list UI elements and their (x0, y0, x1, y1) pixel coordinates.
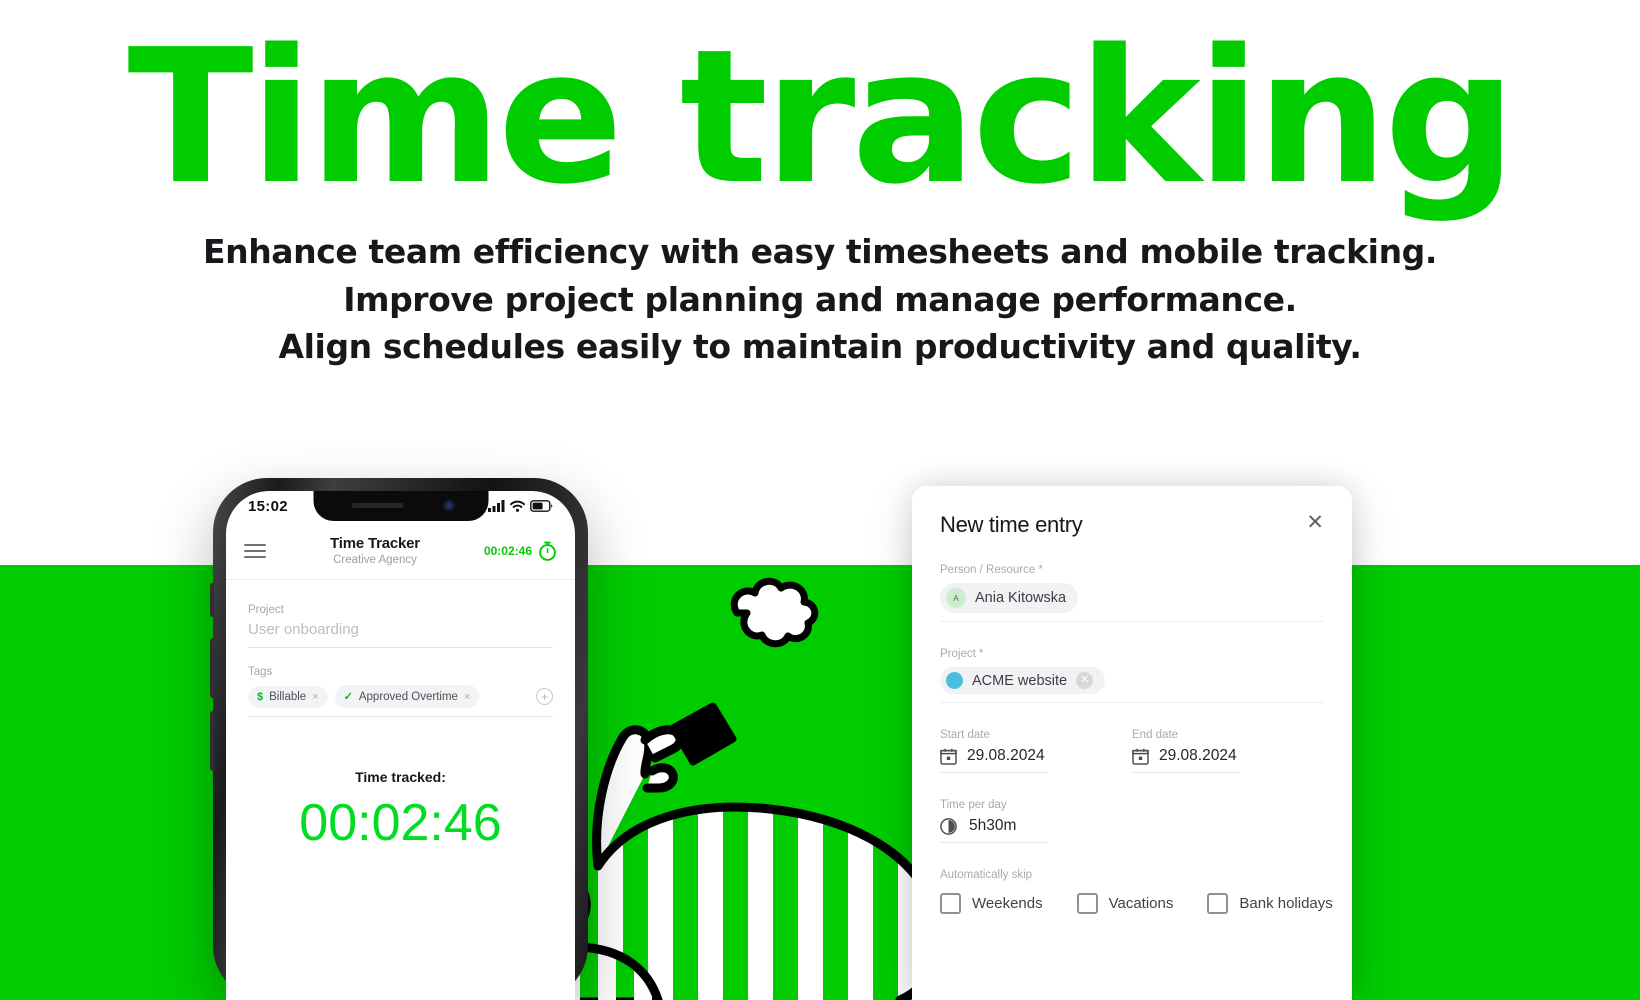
start-date-value: 29.08.2024 (967, 747, 1045, 764)
header-timer[interactable]: 00:02:46 (484, 541, 557, 561)
time-per-day-value: 5h30m (969, 817, 1017, 834)
speaker-grille (351, 503, 403, 508)
page-title: Time tracking (127, 9, 1516, 225)
time-per-day-input[interactable]: 5h30m (940, 817, 1048, 843)
front-camera-icon (443, 500, 454, 511)
phone-volume-down-button[interactable] (210, 711, 214, 771)
tag-chip-approved-overtime[interactable]: ✓ Approved Overtime × (334, 685, 480, 708)
tags-row: $ Billable × ✓ Approved Overtime × + (248, 685, 553, 717)
app-subtitle: Creative Agency (333, 554, 417, 566)
new-time-entry-dialog: New time entry ✕ Person / Resource * A A… (912, 486, 1352, 1000)
skip-options-row: Weekends Vacations Bank holidays (940, 893, 1333, 914)
header-timer-value: 00:02:46 (483, 543, 532, 558)
checkbox-label: Weekends (972, 895, 1043, 912)
tag-chip-label: Approved Overtime (358, 690, 458, 703)
app-title-block: Time Tracker Creative Agency (266, 535, 484, 566)
dialog-header: New time entry ✕ (940, 512, 1324, 538)
phone-mute-button[interactable] (210, 583, 214, 617)
check-icon: ✓ (343, 691, 353, 703)
end-date-label: End date (1132, 729, 1179, 741)
hero-subtitle-line-1: Enhance team efficiency with easy timesh… (202, 231, 1438, 271)
project-field-label: Project (248, 604, 284, 616)
phone-volume-up-button[interactable] (210, 638, 214, 698)
dialog-title: New time entry (940, 512, 1083, 537)
checkbox-vacations[interactable]: Vacations (1076, 893, 1174, 914)
app-title: Time Tracker (330, 535, 420, 552)
hero-subtitle: Enhance team efficiency with easy timesh… (0, 228, 1640, 372)
checkbox-label: Bank holidays (1239, 895, 1333, 912)
project-color-dot-icon (946, 672, 963, 689)
time-tracked-label: Time tracked: (355, 769, 446, 785)
checkbox-box-icon[interactable] (1076, 893, 1098, 914)
end-date-field: End date 29.08.2024 (1132, 703, 1324, 773)
cellular-bars-icon (488, 500, 505, 512)
avatar: A (946, 588, 966, 608)
person-field-label: Person / Resource * (940, 564, 1043, 576)
checkbox-label: Vacations (1108, 895, 1174, 912)
tag-remove-icon[interactable]: × (312, 691, 318, 703)
hero-section: Time tracking Enhance team efficiency wi… (0, 0, 1640, 371)
time-tracked-value: 00:02:46 (299, 794, 502, 852)
phone-notch (313, 491, 488, 521)
automatically-skip-label: Automatically skip (940, 869, 1033, 881)
start-date-label: Start date (940, 729, 990, 741)
hero-subtitle-line-2: Improve project planning and manage perf… (343, 279, 1297, 319)
hamburger-menu-icon[interactable] (244, 543, 266, 558)
project-name: ACME website (972, 672, 1068, 689)
project-token[interactable]: ACME website ✕ (940, 667, 1106, 694)
start-date-field: Start date 29.08.2024 (940, 703, 1132, 773)
start-date-input[interactable]: 29.08.2024 (940, 747, 1048, 773)
tags-field-label: Tags (248, 666, 273, 678)
remove-token-icon[interactable]: ✕ (1076, 672, 1094, 689)
tag-chip-label: Billable (269, 690, 307, 703)
phone-mockup: 15:02 Time Tracker Creative Agency 00:02… (210, 478, 588, 1000)
tag-remove-icon[interactable]: × (464, 691, 470, 703)
tag-chip-billable[interactable]: $ Billable × (248, 685, 328, 708)
status-icons (488, 500, 553, 512)
project-field-label: Project * (940, 648, 984, 660)
cloud-puff-icon (730, 577, 819, 648)
checkbox-bank-holidays[interactable]: Bank holidays (1207, 893, 1333, 914)
dollar-icon: $ (257, 690, 264, 703)
hero-subtitle-line-3: Align schedules easily to maintain produ… (278, 327, 1362, 367)
app-header: Time Tracker Creative Agency 00:02:46 (226, 521, 575, 580)
close-icon[interactable]: ✕ (1306, 512, 1324, 533)
app-body: Project User onboarding Tags $ Billable … (226, 586, 575, 853)
date-fields-row: Start date 29.08.2024 End date 29.08.202… (940, 703, 1324, 773)
plus-circle-icon[interactable]: + (536, 688, 553, 705)
status-time: 15:02 (248, 497, 288, 515)
person-field[interactable]: A Ania Kitowska (940, 576, 1324, 622)
checkbox-weekends[interactable]: Weekends (940, 893, 1043, 914)
wifi-icon (510, 500, 525, 512)
end-date-input[interactable]: 29.08.2024 (1132, 747, 1240, 773)
checkbox-box-icon[interactable] (940, 893, 961, 914)
end-date-value: 29.08.2024 (1159, 747, 1237, 764)
phone-screen: 15:02 Time Tracker Creative Agency 00:02… (226, 491, 575, 1000)
calendar-icon[interactable] (940, 748, 957, 765)
clock-icon[interactable] (940, 817, 957, 835)
project-field-value[interactable]: User onboarding (248, 621, 553, 648)
stopwatch-icon[interactable] (538, 541, 557, 561)
person-name: Ania Kitowska (975, 590, 1067, 606)
calendar-icon[interactable] (1132, 748, 1149, 765)
battery-icon (530, 500, 553, 512)
person-token[interactable]: A Ania Kitowska (940, 583, 1079, 613)
time-per-day-label: Time per day (940, 799, 1007, 811)
project-field[interactable]: ACME website ✕ (940, 660, 1324, 703)
checkbox-box-icon[interactable] (1207, 893, 1229, 914)
